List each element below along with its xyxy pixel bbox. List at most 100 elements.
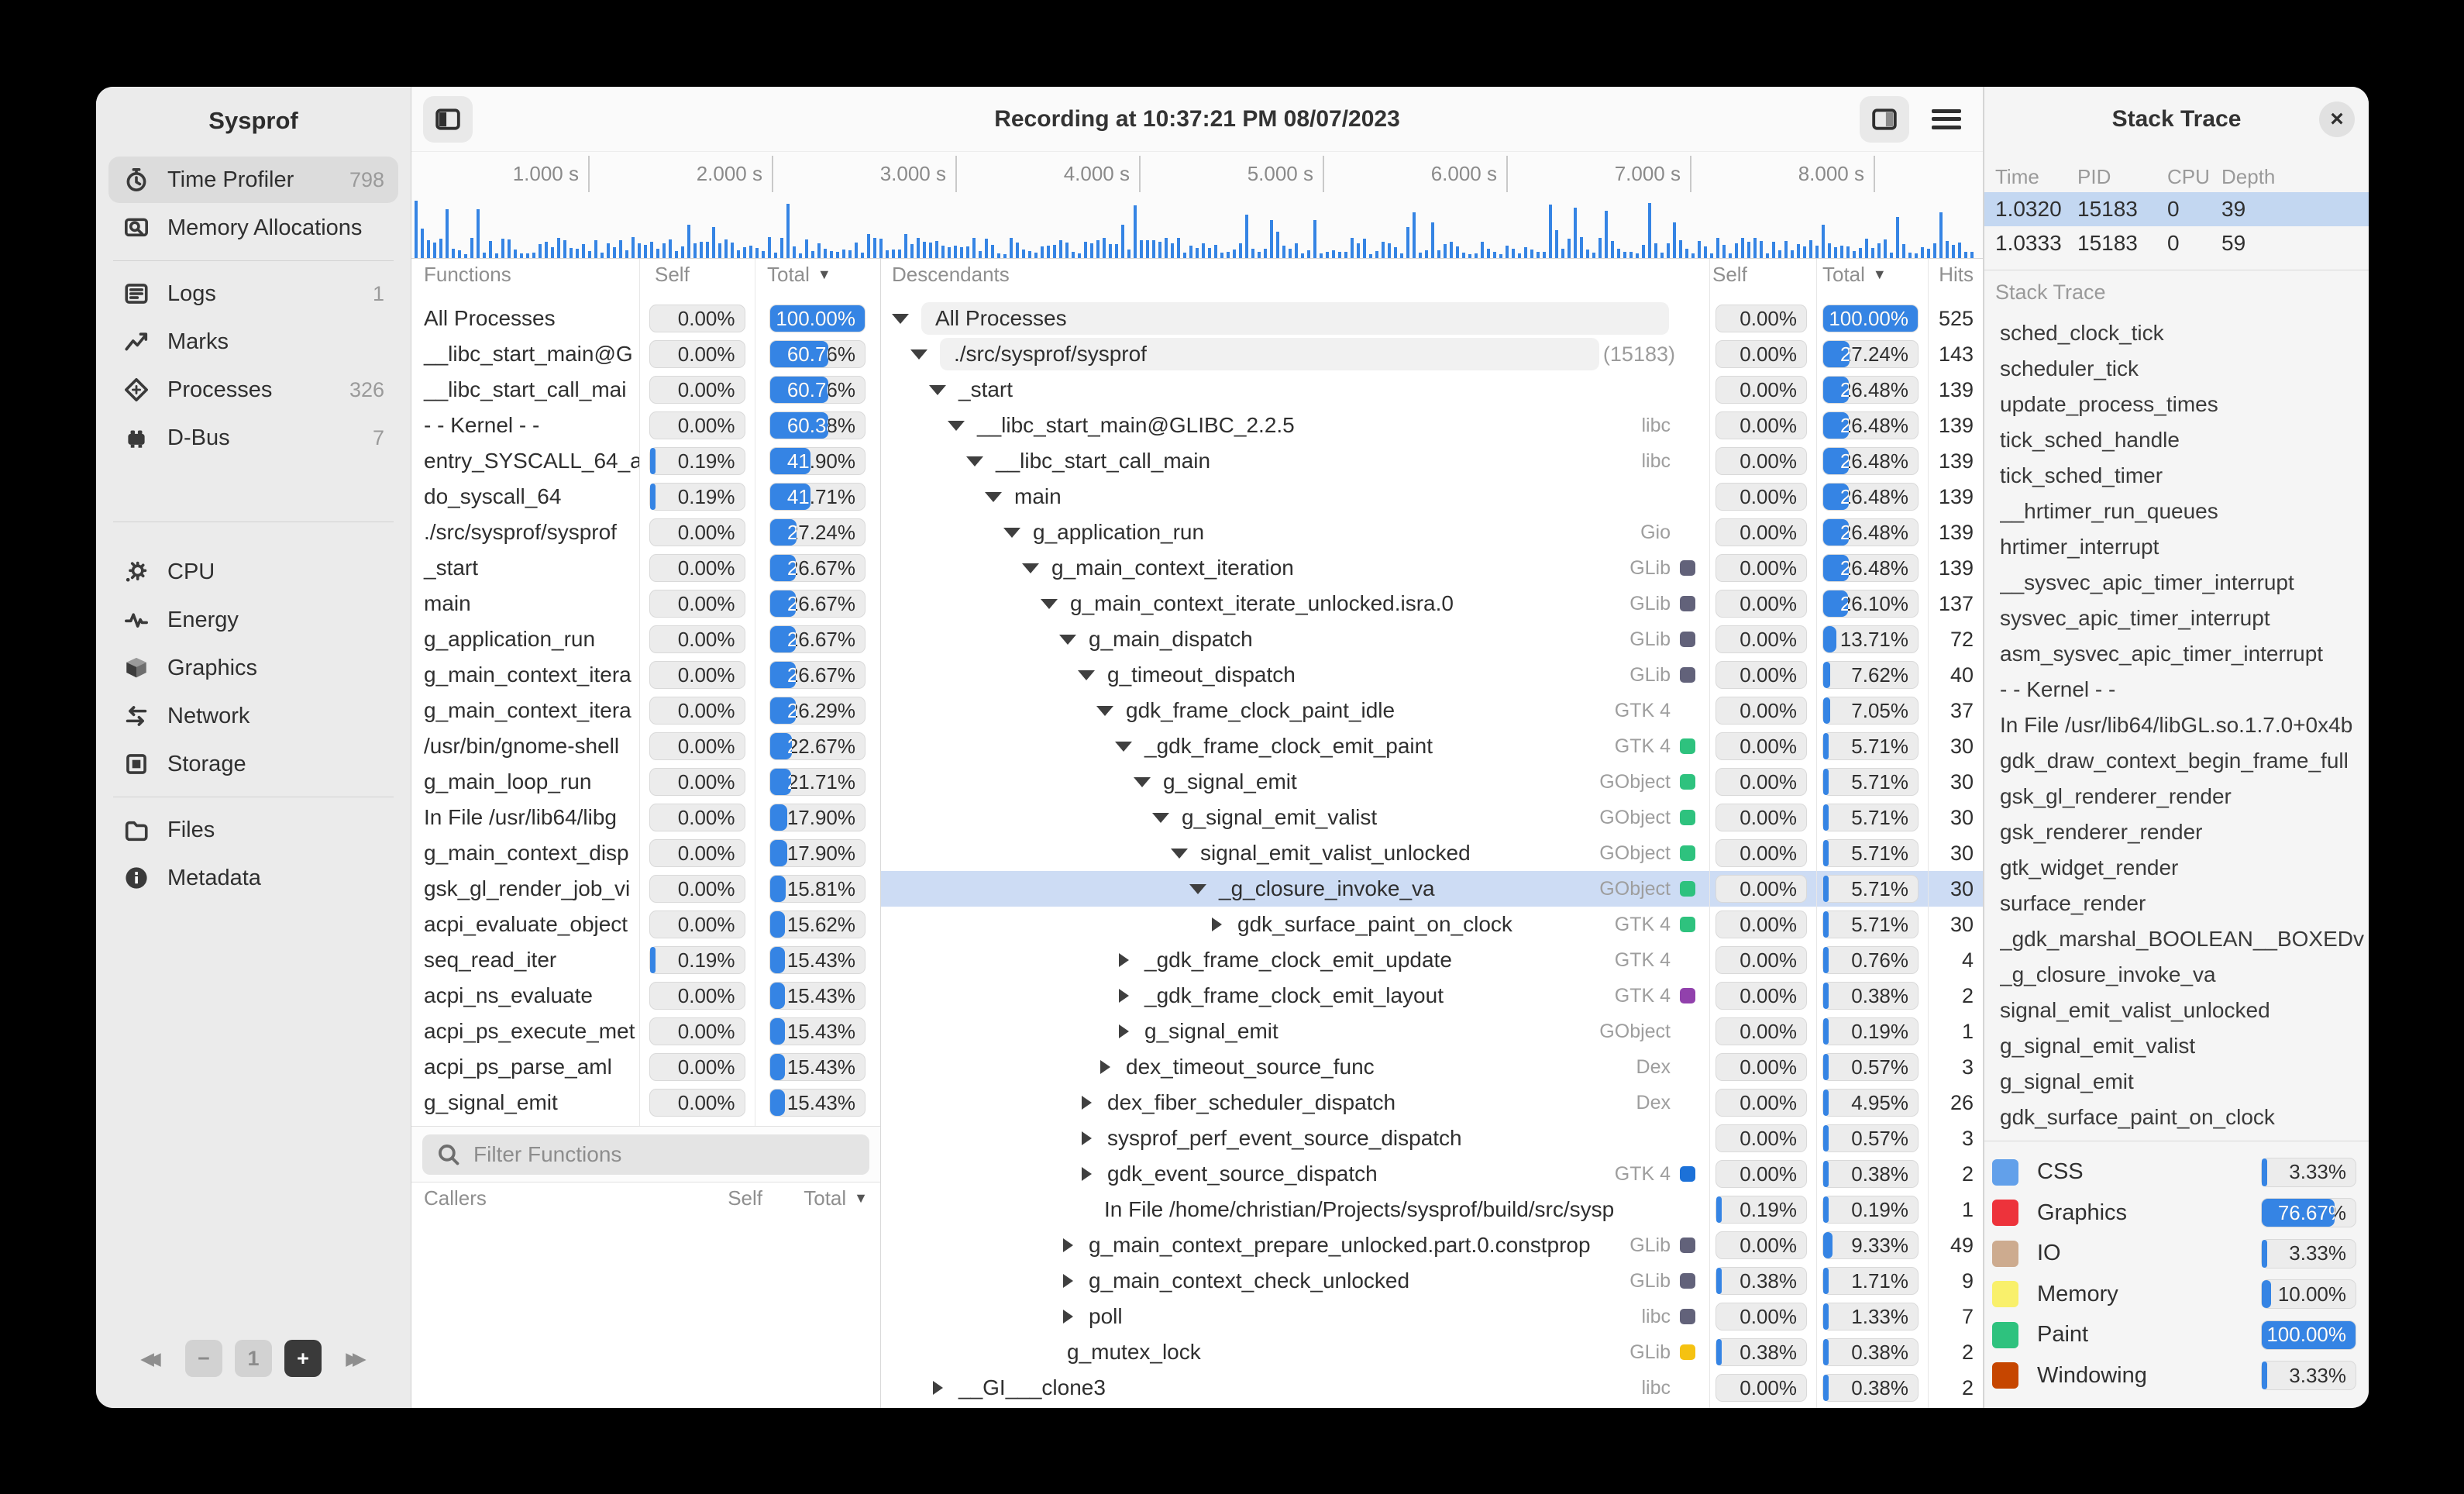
collapse-expander-icon[interactable] [985,488,1002,505]
descendant-row[interactable]: sysprof_perf_event_source_dispatch0.00%0… [881,1120,1983,1156]
collapse-expander-icon[interactable] [1152,809,1169,826]
descendant-row[interactable]: _g_closure_invoke_vaGObject0.00%5.71%30 [881,871,1983,907]
toggle-right-panel-button[interactable] [1860,96,1909,143]
descendant-row[interactable]: g_main_context_iterate_unlocked.isra.0GL… [881,586,1983,621]
collapse-expander-icon[interactable] [1115,738,1132,755]
stack-frame[interactable]: update_process_times [2000,387,2369,422]
function-row[interactable]: main0.00%26.67%26.67% [411,586,880,621]
sidebar-item-memory-allocations[interactable]: Memory Allocations [108,205,398,251]
expand-expander-icon[interactable] [1059,1308,1076,1325]
expand-expander-icon[interactable] [1115,987,1132,1004]
collapse-expander-icon[interactable] [1134,773,1151,790]
descendant-row[interactable]: g_signal_emitGObject0.00%5.71%30 [881,764,1983,800]
sidebar-item-processes[interactable]: Processes326 [108,367,398,413]
samples-column-header-pid[interactable]: PID [2077,165,2167,189]
collapse-expander-icon[interactable] [910,346,927,363]
descendant-row[interactable]: g_main_context_prepare_unlocked.part.0.c… [881,1227,1983,1263]
expand-expander-icon[interactable] [1208,916,1225,933]
descendant-row[interactable]: _gdk_frame_clock_emit_layoutGTK 40.00%0.… [881,978,1983,1014]
seek-start-button[interactable]: ◀◀ [129,1340,173,1377]
descendant-row[interactable]: g_main_dispatchGLib0.00%13.71%13.71%72 [881,621,1983,657]
descendant-row[interactable]: In File /home/christian/Projects/sysprof… [881,1192,1983,1227]
stack-frame[interactable]: surface_render [2000,886,2369,921]
stack-frame[interactable]: gsk_renderer_render [2000,814,2369,850]
function-row[interactable]: __libc_start_main@G0.00%60.76%60.76% [411,336,880,372]
stack-frame[interactable]: gdk_draw_context_begin_frame_full [2000,743,2369,779]
descendant-row[interactable]: gdk_frame_clock_paint_idleGTK 40.00%7.05… [881,693,1983,728]
stack-frame[interactable]: __sysvec_apic_timer_interrupt [2000,565,2369,601]
collapse-expander-icon[interactable] [948,417,965,434]
sidebar-item-logs[interactable]: Logs1 [108,270,398,317]
total-column-header[interactable]: Total ▼ [755,263,831,287]
function-row[interactable]: - - Kernel - -0.00%60.38%60.38% [411,408,880,443]
function-row[interactable]: g_main_context_disp0.00%17.90%17.90% [411,835,880,871]
function-row[interactable]: g_main_context_itera0.00%26.67%26.67% [411,657,880,693]
descendants-column-header[interactable]: Descendants [881,263,1708,287]
stack-frame[interactable]: tick_sched_timer [2000,458,2369,494]
callers-self-column-header[interactable]: Self [646,1186,762,1210]
stack-frame[interactable]: asm_sysvec_apic_timer_interrupt [2000,636,2369,672]
collapse-expander-icon[interactable] [966,453,983,470]
function-row[interactable]: _start0.00%26.67%26.67% [411,550,880,586]
expand-expander-icon[interactable] [1115,1023,1132,1040]
expand-expander-icon[interactable] [1078,1130,1095,1147]
expand-expander-icon[interactable] [1059,1237,1076,1254]
function-row[interactable]: __libc_start_call_mai0.00%60.76%60.76% [411,372,880,408]
collapse-expander-icon[interactable] [1041,595,1058,612]
descendant-row[interactable]: g_main_context_iterationGLib0.00%26.48%2… [881,550,1983,586]
descendant-row[interactable]: __GI___clone3libc0.00%0.38%2 [881,1370,1983,1406]
function-row[interactable]: seq_read_iter0.19%15.43%15.43% [411,942,880,978]
stack-frame[interactable]: hrtimer_interrupt [2000,529,2369,565]
sidebar-item-cpu[interactable]: CPU [108,549,398,595]
expand-expander-icon[interactable] [1096,1059,1113,1076]
sidebar-item-network[interactable]: Network [108,693,398,739]
descendant-row[interactable]: g_timeout_dispatchGLib0.00%7.62%40 [881,657,1983,693]
sample-row[interactable]: 1.033315183059 [1984,226,2369,260]
stack-frame[interactable]: gdk_surface_paint_on_clock [2000,1100,2369,1135]
descendant-row[interactable]: signal_emit_valist_unlockedGObject0.00%5… [881,835,1983,871]
stack-frame[interactable]: sysvec_apic_timer_interrupt [2000,601,2369,636]
collapse-expander-icon[interactable] [1003,524,1020,541]
descendant-row[interactable]: main0.00%26.48%26.48%139 [881,479,1983,515]
descendant-row[interactable]: gdk_event_source_dispatchGTK 40.00%0.38%… [881,1156,1983,1192]
collapse-expander-icon[interactable] [1078,666,1095,683]
stack-frame[interactable]: g_signal_emit_valist [2000,1028,2369,1064]
sidebar-item-metadata[interactable]: Metadata [108,855,398,901]
collapse-expander-icon[interactable] [929,381,946,398]
collapse-expander-icon[interactable] [1022,559,1039,577]
filter-functions-input[interactable]: Filter Functions [422,1134,869,1175]
seek-end-button[interactable]: ▶▶ [334,1340,378,1377]
collapse-expander-icon[interactable] [1059,631,1076,648]
self-column-header[interactable]: Self [639,263,755,287]
samples-column-header-depth[interactable]: Depth [2221,165,2369,189]
descendant-row[interactable]: g_mutex_lockGLib0.38%0.38%2 [881,1334,1983,1370]
sidebar-item-marks[interactable]: Marks [108,318,398,365]
function-row[interactable]: In File /usr/lib64/libg0.00%17.90%17.90% [411,800,880,835]
descendant-row[interactable]: polllibc0.00%1.33%7 [881,1299,1983,1334]
stack-frame[interactable]: gsk_gl_renderer_render [2000,779,2369,814]
function-row[interactable]: do_syscall_640.19%41.71%41.71% [411,479,880,515]
expand-expander-icon[interactable] [929,1379,946,1396]
descendants-total-column-header[interactable]: Total ▼ [1815,263,1926,287]
function-row[interactable]: acpi_evaluate_object0.00%15.62%15.62% [411,907,880,942]
collapse-expander-icon[interactable] [1171,845,1188,862]
descendant-row[interactable]: _start0.00%26.48%26.48%139 [881,372,1983,408]
stack-frame[interactable]: _g_closure_invoke_va [2000,957,2369,993]
function-row[interactable]: All Processes0.00%100.00%100.00% [411,301,880,336]
sample-row[interactable]: 1.032015183039 [1984,192,2369,226]
descendant-row[interactable]: g_signal_emitGObject0.00%0.19%1 [881,1014,1983,1049]
sidebar-item-storage[interactable]: Storage [108,741,398,787]
stack-frame[interactable]: scheduler_tick [2000,351,2369,387]
stack-frame[interactable]: sched_clock_tick [2000,315,2369,351]
stack-frame[interactable]: - - Kernel - - [2000,672,2369,707]
callers-column-header[interactable]: Callers [411,1186,639,1210]
timeline-ruler[interactable]: 1.000 s2.000 s3.000 s4.000 s5.000 s6.000… [411,152,1983,196]
stack-frame[interactable]: gtk_widget_render [2000,850,2369,886]
stack-frame[interactable]: g_signal_emit [2000,1064,2369,1100]
expand-expander-icon[interactable] [1078,1165,1095,1182]
zoom-reset-button[interactable]: 1 [235,1340,272,1377]
cpu-activity-chart[interactable] [411,196,1983,259]
sidebar-item-d-bus[interactable]: D-Bus7 [108,415,398,461]
collapse-expander-icon[interactable] [892,310,909,327]
functions-column-header[interactable]: Functions [411,263,639,287]
